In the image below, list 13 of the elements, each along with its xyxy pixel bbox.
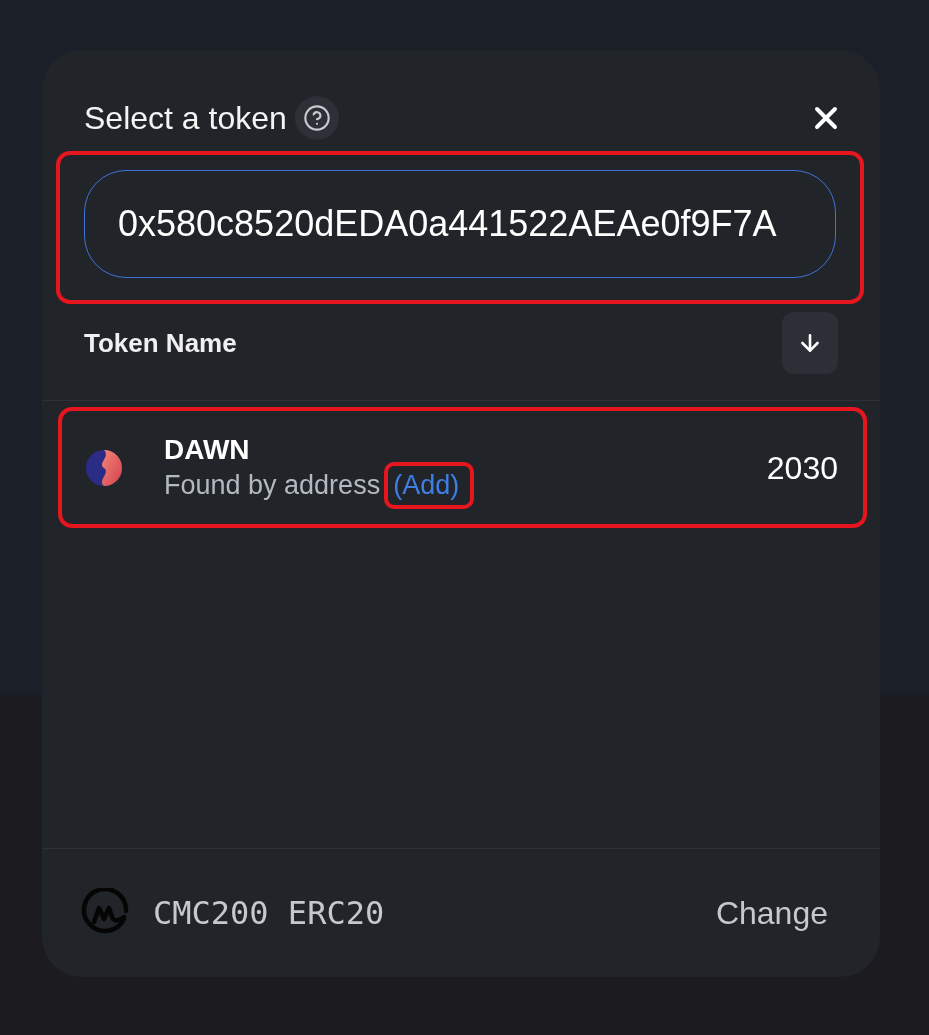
token-row[interactable]: DAWN Found by address (Add) 2030 bbox=[58, 407, 867, 528]
add-link[interactable]: (Add) bbox=[388, 465, 471, 506]
token-list-name: CMC200 ERC20 bbox=[153, 893, 385, 934]
token-logo-icon bbox=[85, 448, 123, 487]
token-balance: 2030 bbox=[766, 448, 838, 488]
sort-button[interactable] bbox=[782, 312, 838, 374]
column-header: Token Name bbox=[84, 326, 237, 360]
search-field[interactable]: 0x580c8520dEDA0a441522AEAe0f9F7A bbox=[84, 170, 836, 278]
token-symbol: DAWN bbox=[164, 432, 251, 467]
help-icon[interactable] bbox=[294, 96, 339, 140]
dialog-title: Select a token bbox=[84, 99, 287, 138]
change-button[interactable]: Change bbox=[715, 889, 828, 937]
token-status: Found by address bbox=[164, 469, 381, 503]
